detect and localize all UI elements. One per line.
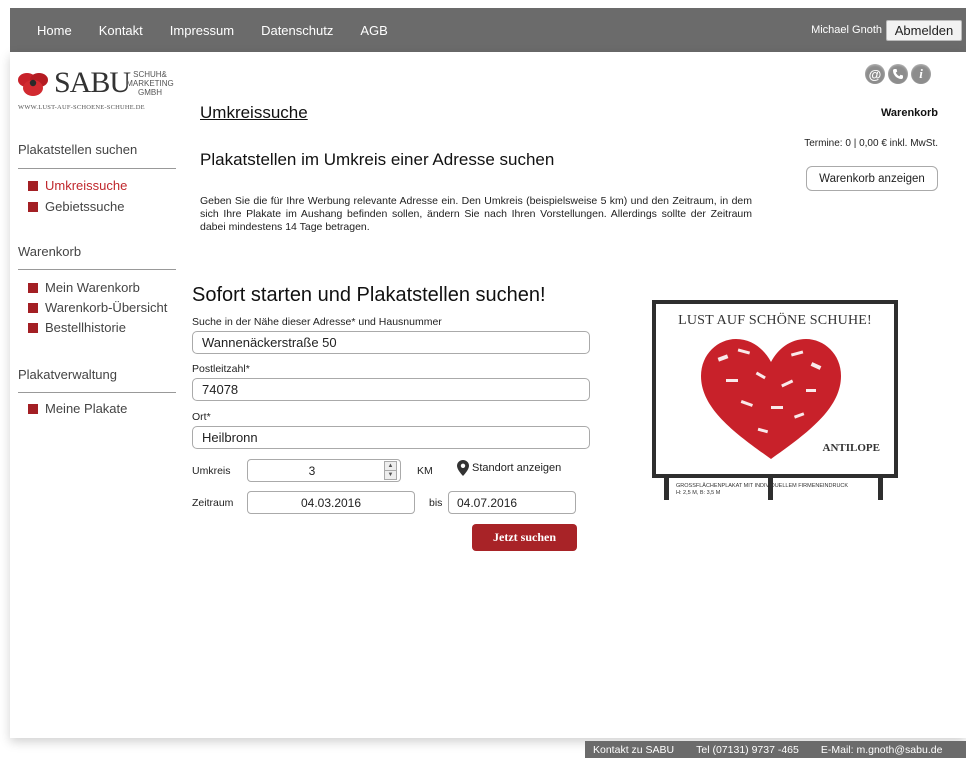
sidebar-item-label: Mein Warenkorb: [45, 280, 140, 295]
bullet-square-icon: [28, 180, 38, 191]
nav-impressum[interactable]: Impressum: [170, 23, 234, 38]
user-name: Michael Gnoth: [811, 24, 882, 36]
map-pin-icon: [457, 460, 469, 476]
cart-title: Warenkorb: [880, 107, 938, 119]
main-nav: Home Kontakt Impressum Datenschutz AGB: [10, 8, 388, 52]
sidebar-section-plakatverwaltung: Plakatverwaltung: [18, 367, 117, 382]
sidebar-item-mein-warenkorb[interactable]: Mein Warenkorb: [28, 280, 140, 295]
sidebar-item-label: Warenkorb-Übersicht: [45, 300, 168, 315]
sidebar-item-label: Umkreissuche: [45, 178, 128, 193]
sidebar-divider: [18, 168, 176, 169]
city-label: Ort*: [192, 411, 211, 423]
radius-value: 3: [308, 463, 316, 478]
logo-url: WWW.LUST-AUF-SCHOENE-SCHUHE.DE: [18, 104, 145, 111]
sidebar-item-label: Meine Plakate: [45, 401, 128, 416]
radius-label: Umkreis: [192, 465, 231, 477]
sidebar-item-meine-plakate[interactable]: Meine Plakate: [28, 401, 127, 416]
bullet-square-icon: [28, 201, 38, 212]
city-input[interactable]: Heilbronn: [192, 426, 590, 449]
sidebar-item-label: Bestellhistorie: [45, 320, 126, 335]
footer-phone: Tel (07131) 9737 -465: [696, 743, 799, 756]
bullet-square-icon: [28, 302, 38, 313]
radius-unit: KM: [417, 465, 433, 477]
nav-kontakt[interactable]: Kontakt: [99, 23, 143, 38]
spin-down-icon[interactable]: ▼: [385, 471, 396, 479]
sidebar-item-gebietssuche[interactable]: Gebietssuche: [28, 199, 125, 214]
logo[interactable]: SABU SCHUH& MARKETING GMBH WWW.LUST-AUF-…: [18, 68, 178, 114]
sidebar-item-bestellhistorie[interactable]: Bestellhistorie: [28, 320, 126, 335]
sidebar-divider: [18, 269, 176, 270]
sidebar-item-warenkorb-uebersicht[interactable]: Warenkorb-Übersicht: [28, 300, 167, 315]
address-input[interactable]: Wannenäckerstraße 50: [192, 331, 590, 354]
billboard-caption: GROSSFLÄCHENPLAKAT MIT INDIVIDUELLEM FIR…: [676, 483, 849, 496]
date-from-input[interactable]: 04.03.2016: [247, 491, 415, 514]
logout-button[interactable]: Abmelden: [886, 20, 962, 41]
bullet-square-icon: [28, 282, 38, 293]
show-location-label: Standort anzeigen: [472, 462, 562, 474]
sidebar-section-plakatstellen: Plakatstellen suchen: [18, 142, 138, 157]
footer-email-link[interactable]: E-Mail: m.gnoth@sabu.de: [821, 744, 943, 756]
bullet-square-icon: [28, 322, 38, 333]
logo-subtitle: SCHUH& MARKETING GMBH: [126, 70, 174, 97]
intro-text: Geben Sie die für Ihre Werbung relevante…: [200, 195, 752, 233]
nav-home[interactable]: Home: [37, 23, 72, 38]
bis-label: bis: [429, 497, 443, 509]
show-cart-button[interactable]: Warenkorb anzeigen: [806, 166, 938, 191]
radius-spinner[interactable]: ▲ ▼: [384, 461, 397, 480]
top-nav-bar: Home Kontakt Impressum Datenschutz AGB M…: [10, 8, 966, 52]
search-button[interactable]: Jetzt suchen: [472, 524, 577, 551]
contact-icons: @ i: [862, 64, 931, 84]
period-label: Zeitraum: [192, 497, 234, 509]
search-heading: Sofort starten und Plakatstellen suchen!: [192, 284, 546, 306]
billboard-image: LUST AUF SCHÖNE SCHUHE! ANTILOPE GROSSFL…: [652, 300, 898, 500]
show-location-link[interactable]: Standort anzeigen: [457, 460, 561, 476]
footer-bar: Kontakt zu SABU Tel (07131) 9737 -465 E-…: [585, 741, 966, 758]
address-label: Suche in der Nähe dieser Adresse* und Ha…: [192, 316, 442, 328]
bullet-square-icon: [28, 403, 38, 414]
date-to-input[interactable]: 04.07.2016: [448, 491, 576, 514]
sidebar-item-umkreissuche[interactable]: Umkreissuche: [28, 178, 127, 193]
info-icon[interactable]: i: [911, 64, 931, 84]
nav-datenschutz[interactable]: Datenschutz: [261, 23, 333, 38]
zip-input[interactable]: 74078: [192, 378, 590, 401]
sidebar-item-label: Gebietssuche: [45, 199, 125, 214]
billboard-brand: ANTILOPE: [822, 442, 880, 454]
radius-stepper[interactable]: 3 ▲ ▼: [247, 459, 401, 482]
spin-up-icon[interactable]: ▲: [385, 462, 396, 471]
phone-icon[interactable]: [888, 64, 908, 84]
sidebar-section-warenkorb: Warenkorb: [18, 244, 82, 259]
billboard-headline: LUST AUF SCHÖNE SCHUHE!: [678, 313, 872, 328]
poppy-flower-icon: [18, 73, 48, 96]
page-title: Umkreissuche: [200, 103, 308, 122]
section-subtitle: Plakatstellen im Umkreis einer Adresse s…: [200, 150, 555, 169]
cart-summary: Termine: 0 | 0,00 € inkl. MwSt.: [804, 138, 938, 149]
nav-agb[interactable]: AGB: [360, 23, 387, 38]
logo-text: SABU: [54, 66, 131, 99]
email-icon[interactable]: @: [865, 64, 885, 84]
footer-contact-link[interactable]: Kontakt zu SABU: [593, 744, 674, 756]
zip-label: Postleitzahl*: [192, 363, 250, 375]
sidebar-divider: [18, 392, 176, 393]
